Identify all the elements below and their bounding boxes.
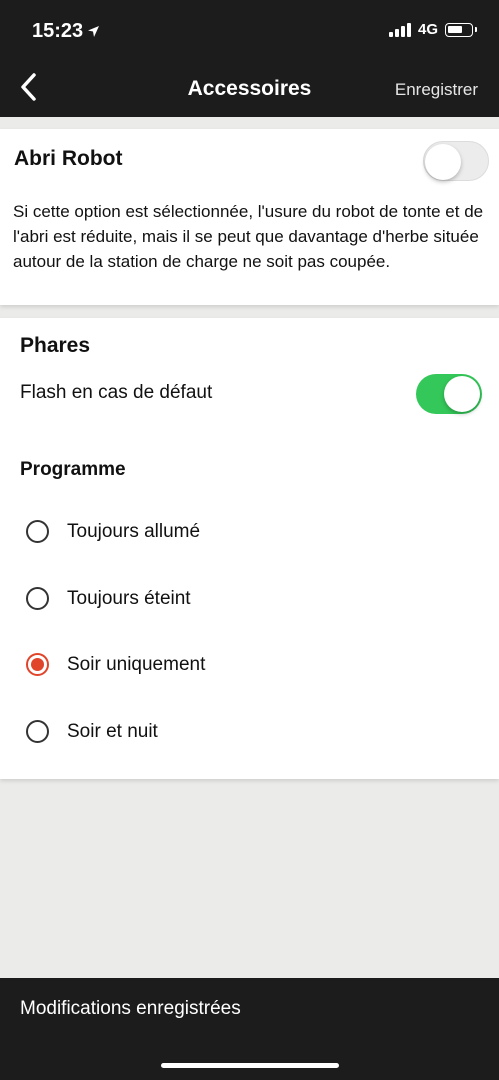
radio-option-label: Soir uniquement <box>67 653 206 675</box>
radio-option-always-off[interactable]: Toujours éteint <box>26 587 191 610</box>
radio-option-always-on[interactable]: Toujours allumé <box>26 520 200 543</box>
radio-option-label: Toujours éteint <box>67 587 191 609</box>
radio-button[interactable] <box>26 587 49 610</box>
flash-on-fault-label: Flash en cas de défaut <box>20 382 213 403</box>
status-indicators: 4G <box>388 21 477 38</box>
save-button[interactable]: Enregistrer <box>395 80 478 100</box>
status-time-text: 15:23 <box>32 20 84 42</box>
status-time: 15:23 <box>32 20 100 43</box>
headlights-card: Phares Flash en cas de défaut Programme … <box>0 318 499 779</box>
radio-option-evening-and-night[interactable]: Soir et nuit <box>26 720 158 743</box>
toast-bar: Modifications enregistrées <box>0 978 499 1080</box>
headlights-title: Phares <box>20 334 91 357</box>
network-type: 4G <box>417 21 438 38</box>
battery-icon <box>445 22 477 37</box>
robot-shelter-card: Abri Robot Si cette option est sélection… <box>0 129 499 305</box>
toggle-knob <box>425 144 461 180</box>
robot-shelter-title: Abri Robot <box>14 147 123 170</box>
radio-option-label: Soir et nuit <box>67 720 158 742</box>
radio-option-label: Toujours allumé <box>67 520 201 542</box>
signal-icon <box>388 22 411 37</box>
schedule-title: Programme <box>20 459 126 480</box>
radio-option-evening-only[interactable]: Soir uniquement <box>26 653 205 676</box>
toggle-knob <box>444 376 480 412</box>
radio-button[interactable] <box>26 520 49 543</box>
flash-on-fault-toggle[interactable] <box>416 374 482 414</box>
robot-shelter-description: Si cette option est sélectionnée, l'usur… <box>13 202 484 271</box>
robot-shelter-toggle[interactable] <box>423 141 489 181</box>
location-arrow-icon <box>88 26 100 37</box>
top-bar: 15:23 4G Accessoires Enregistrer <box>0 0 499 117</box>
toast-message: Modifications enregistrées <box>20 998 241 1019</box>
radio-button[interactable] <box>26 720 49 743</box>
radio-button-selected[interactable] <box>26 653 49 676</box>
home-indicator[interactable] <box>161 1063 339 1068</box>
